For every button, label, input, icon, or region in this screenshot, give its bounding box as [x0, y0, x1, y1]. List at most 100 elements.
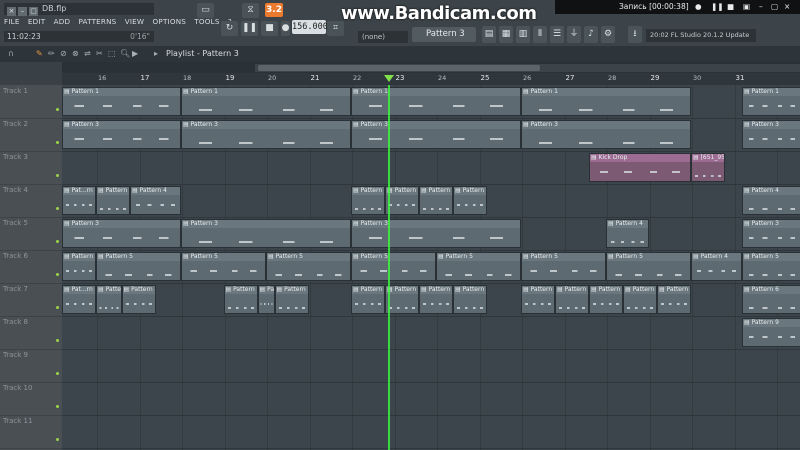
pattern-clip[interactable]: ▤ Pattern 3: [181, 120, 351, 149]
menu-edit[interactable]: EDIT: [28, 17, 45, 26]
horizontal-scrollbar[interactable]: [255, 64, 800, 72]
paint-tool-icon[interactable]: ✏: [48, 49, 55, 58]
pattern-clip[interactable]: ▤ Pattern 6: [453, 285, 487, 314]
pattern-clip[interactable]: ▤ Pattern 6: [419, 285, 453, 314]
track-enable-led[interactable]: [56, 207, 59, 210]
pattern-clip[interactable]: ▤ Pattern 1: [351, 87, 521, 116]
pattern-clip[interactable]: ▤ Pattern 4: [453, 186, 487, 215]
channel-rack-icon[interactable]: ▥: [516, 26, 530, 43]
track-header[interactable]: Track 10: [0, 382, 62, 416]
pattern-clip[interactable]: ▤ Pattern 3: [521, 120, 691, 149]
snap-select[interactable]: (none): [358, 31, 408, 43]
audio-clip[interactable]: ▤ Kick Drop: [589, 153, 691, 182]
track-enable-led[interactable]: [56, 339, 59, 342]
pattern-clip[interactable]: ▤ Pattern 5: [181, 252, 266, 281]
pattern-clip[interactable]: ▤ Pattern 4: [742, 186, 800, 215]
nav-arrow-icon[interactable]: ▸: [154, 49, 158, 58]
playlist-icon[interactable]: ▤: [482, 26, 496, 43]
pause-icon[interactable]: ❚❚: [241, 21, 258, 36]
plugin-icon[interactable]: ⏚: [567, 26, 581, 43]
tempo-display[interactable]: 156.000: [292, 20, 328, 34]
audio-clip[interactable]: ▤ [651_951]: [691, 153, 725, 182]
track-enable-led[interactable]: [56, 108, 59, 111]
pattern-clip[interactable]: ▤ Pattern 6: [351, 285, 385, 314]
track-lane[interactable]: [62, 415, 800, 449]
pattern-clip[interactable]: ▤ Pattern 3: [62, 120, 181, 149]
pause-rec-icon[interactable]: ❚❚: [711, 0, 724, 14]
pattern-clip[interactable]: ▤ Patte: [96, 285, 122, 314]
piano-roll-icon[interactable]: ▦: [499, 26, 513, 43]
pattern-clip[interactable]: ▤ Patte: [257, 285, 275, 314]
restore-window-icon[interactable]: ▢: [29, 7, 38, 16]
track-header[interactable]: Track 7: [0, 283, 62, 317]
track-enable-led[interactable]: [56, 273, 59, 276]
pattern-clip[interactable]: ▤ Pattern 6: [657, 285, 691, 314]
pattern-clip[interactable]: ▤ Pattern 5: [62, 252, 96, 281]
pattern-number-badge[interactable]: 3.2: [265, 3, 283, 17]
loop-icon[interactable]: ↻: [221, 21, 238, 36]
pattern-clip[interactable]: ▤ Pattern 6: [623, 285, 657, 314]
zoom-tool-icon[interactable]: 🔍︎: [120, 49, 130, 58]
pattern-clip[interactable]: ▤ Pattern 5: [742, 252, 800, 281]
pattern-clip[interactable]: ▤ Pattern 3: [742, 120, 800, 149]
pattern-clip[interactable]: ▤ Pattern 6: [589, 285, 623, 314]
pattern-clip[interactable]: ▤ Pattern 4: [96, 186, 130, 215]
pattern-clip[interactable]: ▤ Pattern 3: [181, 219, 351, 248]
track-lane[interactable]: [62, 349, 800, 383]
download-icon[interactable]: ⭳: [628, 26, 642, 43]
pattern-clip[interactable]: ▤ Pattern 1: [742, 87, 800, 116]
restore-rec-icon[interactable]: ▢: [771, 0, 778, 14]
slip-tool-icon[interactable]: ⇌: [84, 49, 91, 58]
close-window-icon[interactable]: ×: [7, 7, 16, 16]
track-enable-led[interactable]: [56, 405, 59, 408]
pat-song-toggle-icon[interactable]: ▭: [197, 3, 214, 18]
track-enable-led[interactable]: [56, 141, 59, 144]
pattern-clip[interactable]: ▤ Pattern 3: [742, 219, 800, 248]
track-header[interactable]: Track 9: [0, 349, 62, 383]
timeline-ruler[interactable]: 16 17 18 19 20 21 22 23 24 25 26 27 28 29 30 31: [62, 73, 800, 85]
pattern-clip[interactable]: ▤ Pattern 6: [121, 285, 156, 314]
track-header[interactable]: Track 5: [0, 217, 62, 251]
pattern-clip[interactable]: ▤ Pattern 4: [419, 186, 453, 215]
close-rec-icon[interactable]: ×: [784, 0, 790, 14]
pattern-clip[interactable]: ▤ Pattern 3: [351, 219, 521, 248]
update-notice[interactable]: 20:02 FL Studio 20.1.2 Update: [646, 29, 756, 42]
playlist-grid[interactable]: ▤ Pattern 1 ▤ Pattern 1 ▤ Pattern 1 ▤ Patte…: [62, 85, 800, 450]
track-lane[interactable]: [62, 382, 800, 416]
track-enable-led[interactable]: [56, 372, 59, 375]
track-header[interactable]: Track 11: [0, 415, 62, 449]
pattern-clip[interactable]: ▤ Pattern 5: [266, 252, 351, 281]
pattern-clip[interactable]: ▤ Pattern 5: [351, 252, 436, 281]
pattern-clip[interactable]: ▤ Pattern 4: [606, 219, 649, 248]
mute-tool-icon[interactable]: ⊗: [72, 49, 79, 58]
scrollbar-thumb[interactable]: [258, 65, 540, 71]
pattern-clip[interactable]: ▤ Pattern 5: [96, 252, 181, 281]
pattern-clip[interactable]: ▤ Pattern 5: [606, 252, 691, 281]
pattern-clip[interactable]: ▤ Pattern 3: [351, 120, 521, 149]
draw-tool-icon[interactable]: ✎: [36, 49, 43, 58]
track-enable-led[interactable]: [56, 306, 59, 309]
pattern-selector[interactable]: Pattern 3: [412, 27, 476, 42]
pattern-clip[interactable]: ▤ Pattern 6: [223, 285, 258, 314]
info-icon[interactable]: ⚙: [601, 26, 615, 43]
track-enable-led[interactable]: [56, 240, 59, 243]
pattern-clip[interactable]: ▤ Pattern 1: [181, 87, 351, 116]
pattern-clip[interactable]: ▤ Pattern 1: [521, 87, 691, 116]
pattern-clip[interactable]: ▤ Pattern 6: [742, 285, 800, 314]
playback-tool-icon[interactable]: ▶: [132, 49, 138, 58]
pattern-clip[interactable]: ▤ Pattern 4: [691, 252, 742, 281]
browser-icon[interactable]: ☰: [550, 26, 564, 43]
pattern-clip[interactable]: ▤ Pattern 3: [62, 219, 181, 248]
track-header[interactable]: Track 4: [0, 184, 62, 218]
pattern-clip[interactable]: ▤ Pat...rn 6: [62, 285, 96, 314]
menu-options[interactable]: OPTIONS: [153, 17, 187, 26]
stop-icon[interactable]: ■: [261, 21, 278, 36]
pattern-clip[interactable]: ▤ Pattern 6: [521, 285, 555, 314]
pattern-clip[interactable]: ▤ Pattern 6: [385, 285, 419, 314]
track-header[interactable]: Track 3: [0, 151, 62, 185]
minimize-rec-icon[interactable]: –: [759, 0, 763, 14]
menu-add[interactable]: ADD: [54, 17, 71, 26]
minimize-window-icon[interactable]: –: [18, 7, 27, 16]
metronome-icon[interactable]: ⧖: [242, 3, 259, 18]
pattern-clip[interactable]: ▤ Pattern 1: [62, 87, 181, 116]
